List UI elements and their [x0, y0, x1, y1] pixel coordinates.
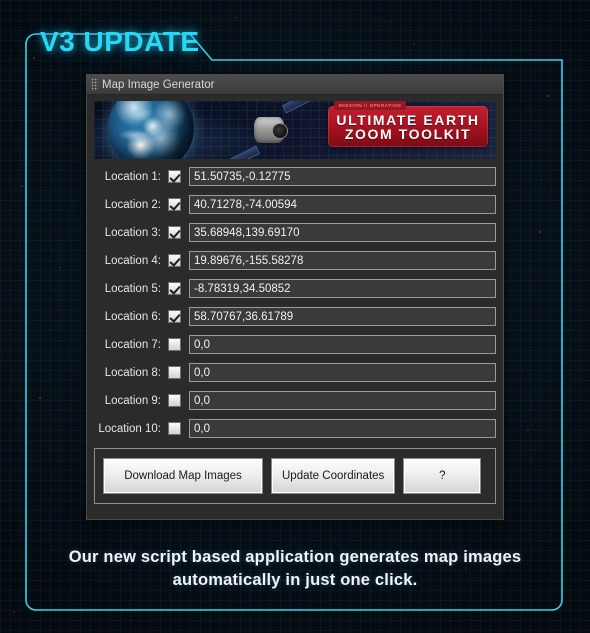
location-row: Location 6: [94, 306, 496, 327]
location-label: Location 6: [104, 310, 161, 323]
location-label: Location 1: [104, 170, 161, 183]
drag-grip-icon[interactable] [91, 78, 98, 91]
location-checkbox[interactable] [168, 394, 181, 407]
location-row: Location 2: [94, 194, 496, 215]
location-checkbox[interactable] [168, 338, 181, 351]
location-checkbox[interactable] [168, 366, 181, 379]
location-label: Location 9: [104, 394, 161, 407]
location-label: Location 4: [104, 254, 161, 267]
map-image-generator-window: Map Image Generator MISSION \\ OPERATION… [86, 74, 504, 520]
badge-title-line1: ULTIMATE EARTH [336, 112, 480, 128]
location-row: Location 4: [94, 250, 496, 271]
location-coordinates-input[interactable] [189, 391, 496, 410]
location-label: Location 5: [104, 282, 161, 295]
caption-line-1: Our new script based application generat… [68, 548, 522, 566]
earth-globe-icon [108, 101, 194, 159]
location-row: Location 9: [94, 390, 496, 411]
location-coordinates-input[interactable] [189, 363, 496, 382]
location-list: Location 1: Location 2: Location 3: Locatio… [94, 166, 496, 439]
location-label: Location 7: [104, 338, 161, 351]
location-coordinates-input[interactable] [189, 419, 496, 438]
location-coordinates-input[interactable] [189, 335, 496, 354]
location-label: Location 3: [104, 226, 161, 239]
location-coordinates-input[interactable] [189, 167, 496, 186]
location-label: Location 10: [98, 422, 161, 435]
window-title-text: Map Image Generator [102, 78, 215, 91]
location-checkbox[interactable] [168, 170, 181, 183]
update-coordinates-button[interactable]: Update Coordinates [271, 458, 396, 494]
location-label: Location 2: [104, 198, 161, 211]
location-row: Location 3: [94, 222, 496, 243]
promo-banner: MISSION \\ OPERATION ULTIMATE EARTH ZOOM… [94, 101, 496, 159]
caption-line-2: automatically in just one click. [172, 571, 418, 589]
location-row: Location 1: [94, 166, 496, 187]
window-titlebar[interactable]: Map Image Generator [87, 75, 503, 95]
location-checkbox[interactable] [168, 254, 181, 267]
window-body: MISSION \\ OPERATION ULTIMATE EARTH ZOOM… [87, 95, 503, 511]
location-row: Location 5: [94, 278, 496, 299]
location-coordinates-input[interactable] [189, 307, 496, 326]
location-row: Location 10: [94, 418, 496, 439]
location-row: Location 8: [94, 362, 496, 383]
product-badge: MISSION \\ OPERATION ULTIMATE EARTH ZOOM… [328, 101, 488, 147]
location-checkbox[interactable] [168, 422, 181, 435]
location-row: Location 7: [94, 334, 496, 355]
location-coordinates-input[interactable] [189, 251, 496, 270]
satellite-dish-icon [272, 123, 288, 139]
location-label: Location 8: [104, 366, 161, 379]
location-checkbox[interactable] [168, 282, 181, 295]
page-title: V3 UPDATE [40, 26, 200, 57]
badge-title-line2: ZOOM TOOLKIT [344, 126, 472, 142]
promo-caption: Our new script based application generat… [0, 546, 590, 592]
location-coordinates-input[interactable] [189, 223, 496, 242]
earth-landmass [108, 101, 194, 159]
action-button-group: Download Map Images Update Coordinates ? [94, 448, 496, 504]
location-checkbox[interactable] [168, 198, 181, 211]
location-coordinates-input[interactable] [189, 279, 496, 298]
location-checkbox[interactable] [168, 310, 181, 323]
badge-tagline: MISSION \\ OPERATION [334, 101, 407, 110]
location-coordinates-input[interactable] [189, 195, 496, 214]
download-map-images-button[interactable]: Download Map Images [103, 458, 263, 494]
location-checkbox[interactable] [168, 226, 181, 239]
help-button[interactable]: ? [403, 458, 482, 494]
